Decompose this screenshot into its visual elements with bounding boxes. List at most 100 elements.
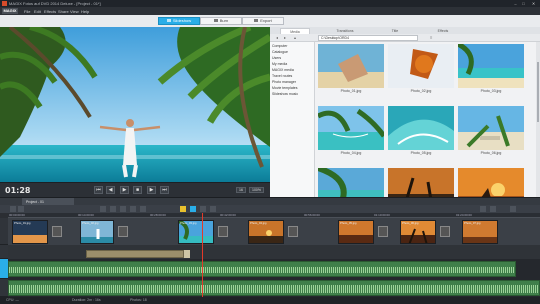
zoom-in-icon[interactable]	[490, 206, 496, 212]
overlay-clip[interactable]	[86, 250, 184, 258]
thumbnail-image	[388, 44, 454, 88]
slideshow-icon	[166, 19, 171, 23]
timeline-clip[interactable]: Photo_01.jpg	[12, 220, 48, 244]
path-input[interactable]: C:\Desktop\ORD4	[318, 35, 418, 41]
thumbnail-image	[388, 106, 454, 150]
export-mode-button[interactable]: Export	[242, 17, 284, 25]
marker-icon[interactable]	[210, 206, 216, 212]
forward-icon[interactable]: ▸	[284, 36, 289, 40]
media-thumbnail[interactable]: Photo_02.jpg	[388, 44, 454, 94]
menu-effects[interactable]: Effects	[44, 9, 56, 14]
thumbnail-image	[318, 168, 384, 197]
zoom-select[interactable]: 100%	[249, 187, 264, 193]
forward-button[interactable]: ▶	[147, 186, 156, 194]
tree-item[interactable]: My media	[272, 62, 287, 66]
ripple-icon[interactable]	[200, 206, 206, 212]
minimize-button[interactable]: –	[512, 1, 519, 6]
close-button[interactable]: ✕	[530, 1, 537, 6]
media-thumbnail[interactable]	[318, 168, 384, 197]
track-header-audio-2[interactable]	[0, 279, 8, 297]
overlay-clip-end[interactable]	[184, 250, 190, 258]
delete-icon[interactable]	[110, 206, 116, 212]
media-thumbnail[interactable]: Photo_04.jpg	[318, 106, 384, 156]
menu-file[interactable]: File	[24, 9, 30, 14]
view-mode-select[interactable]: 16	[236, 187, 246, 193]
paste-icon[interactable]	[130, 206, 136, 212]
media-pool: Media Transitions Title Effects ◂ ▸ ▴ C:…	[270, 27, 540, 197]
media-thumbnail[interactable]: Photo_05.jpg	[388, 106, 454, 156]
tree-item[interactable]: Travel routes	[272, 74, 292, 78]
menu-edit[interactable]: Edit	[34, 9, 41, 14]
tree-item[interactable]: Photo manager	[272, 80, 296, 84]
playhead[interactable]	[202, 213, 203, 297]
snap-icon[interactable]	[190, 206, 196, 212]
media-thumbnail[interactable]	[458, 168, 524, 197]
transition-marker[interactable]	[288, 226, 298, 237]
status-duration: Duration: 2m : 16s	[72, 298, 101, 302]
media-thumbnail[interactable]: Photo_06.jpg	[458, 106, 524, 156]
transition-marker[interactable]	[52, 226, 62, 237]
timeline-clip[interactable]: Photo_05.jpg	[338, 220, 374, 244]
thumbnail-image	[458, 168, 524, 197]
mouse-mode-icon[interactable]	[180, 206, 186, 212]
timeline-header: Project - 01	[0, 197, 540, 206]
transition-marker[interactable]	[378, 226, 388, 237]
cut-icon[interactable]	[100, 206, 106, 212]
timeline-clip[interactable]: Photo_04.jpg	[248, 220, 284, 244]
copy-icon[interactable]	[120, 206, 126, 212]
transition-marker[interactable]	[218, 226, 228, 237]
window-title: MAGIX Fotos auf DVD 2014 Deluxe - [Proje…	[9, 1, 101, 6]
thumbnail-caption: Photo_05.jpg	[410, 151, 432, 155]
redo-icon[interactable]	[18, 206, 24, 212]
burn-mode-button[interactable]: Burn	[200, 17, 242, 25]
skip-back-button[interactable]: ⏮	[94, 186, 103, 194]
back-icon[interactable]: ◂	[276, 36, 281, 40]
thumbnail-image	[318, 44, 384, 88]
tree-item[interactable]: Catalogue	[272, 50, 288, 54]
view-options-icon[interactable]: ≡	[430, 36, 435, 40]
tree-item[interactable]: Computer	[272, 44, 287, 48]
menu-view[interactable]: View	[70, 9, 79, 14]
ruler-label: 00:28:00:00	[150, 213, 166, 217]
timeline-clip[interactable]: Photo_07.jpg	[462, 220, 498, 244]
track-header-video[interactable]	[0, 218, 8, 245]
menu-share[interactable]: Share	[58, 9, 69, 14]
tree-item[interactable]: Users	[272, 56, 281, 60]
pool-scrollbar[interactable]	[536, 42, 540, 197]
track-header-overlay[interactable]	[0, 245, 8, 259]
up-folder-icon[interactable]: ▴	[294, 36, 299, 40]
audio-waveform	[9, 281, 539, 295]
slideshow-mode-button[interactable]: Slideshow	[158, 17, 200, 25]
menu-help[interactable]: Help	[81, 9, 89, 14]
zoom-slider[interactable]	[510, 206, 516, 212]
tree-item[interactable]: Slideshow music	[272, 92, 298, 96]
split-icon[interactable]	[140, 206, 146, 212]
zoom-out-icon[interactable]	[480, 206, 486, 212]
skip-forward-button[interactable]: ⏭	[160, 186, 169, 194]
maximize-button[interactable]: □	[520, 1, 527, 6]
scroll-thumb[interactable]	[537, 62, 539, 122]
tree-item[interactable]: MAGIX media	[272, 68, 294, 72]
rewind-button[interactable]: ◀	[106, 186, 115, 194]
track-header-audio-1[interactable]	[0, 259, 8, 279]
timeline-clip[interactable]: Photo_03.jpg	[178, 220, 214, 244]
media-thumbnail[interactable]: Photo_01.jpg	[318, 44, 384, 94]
audio-clip-2[interactable]	[8, 280, 540, 296]
tree-item[interactable]: Movie templates	[272, 86, 297, 90]
media-thumbnail[interactable]	[388, 168, 454, 197]
preview-monitor[interactable]	[0, 27, 270, 182]
ruler-label: 00:00:00:00	[9, 213, 25, 217]
undo-icon[interactable]	[10, 206, 16, 212]
stop-button[interactable]: ■	[133, 186, 142, 194]
ruler-label: 00:42:00:00	[220, 213, 236, 217]
transition-marker[interactable]	[440, 226, 450, 237]
timeline-clip[interactable]: Photo_02.jpg	[80, 220, 114, 244]
disc-icon	[213, 19, 218, 23]
ruler-label: 01:10:00:00	[374, 213, 390, 217]
timeline-clip[interactable]: Photo_06.jpg	[400, 220, 436, 244]
media-thumbnail[interactable]: Photo_03.jpg	[458, 44, 524, 94]
thumbnail-caption: Photo_04.jpg	[340, 151, 362, 155]
transition-marker[interactable]	[118, 226, 128, 237]
audio-clip-1[interactable]	[8, 261, 516, 277]
play-button[interactable]: ▶	[120, 186, 129, 194]
